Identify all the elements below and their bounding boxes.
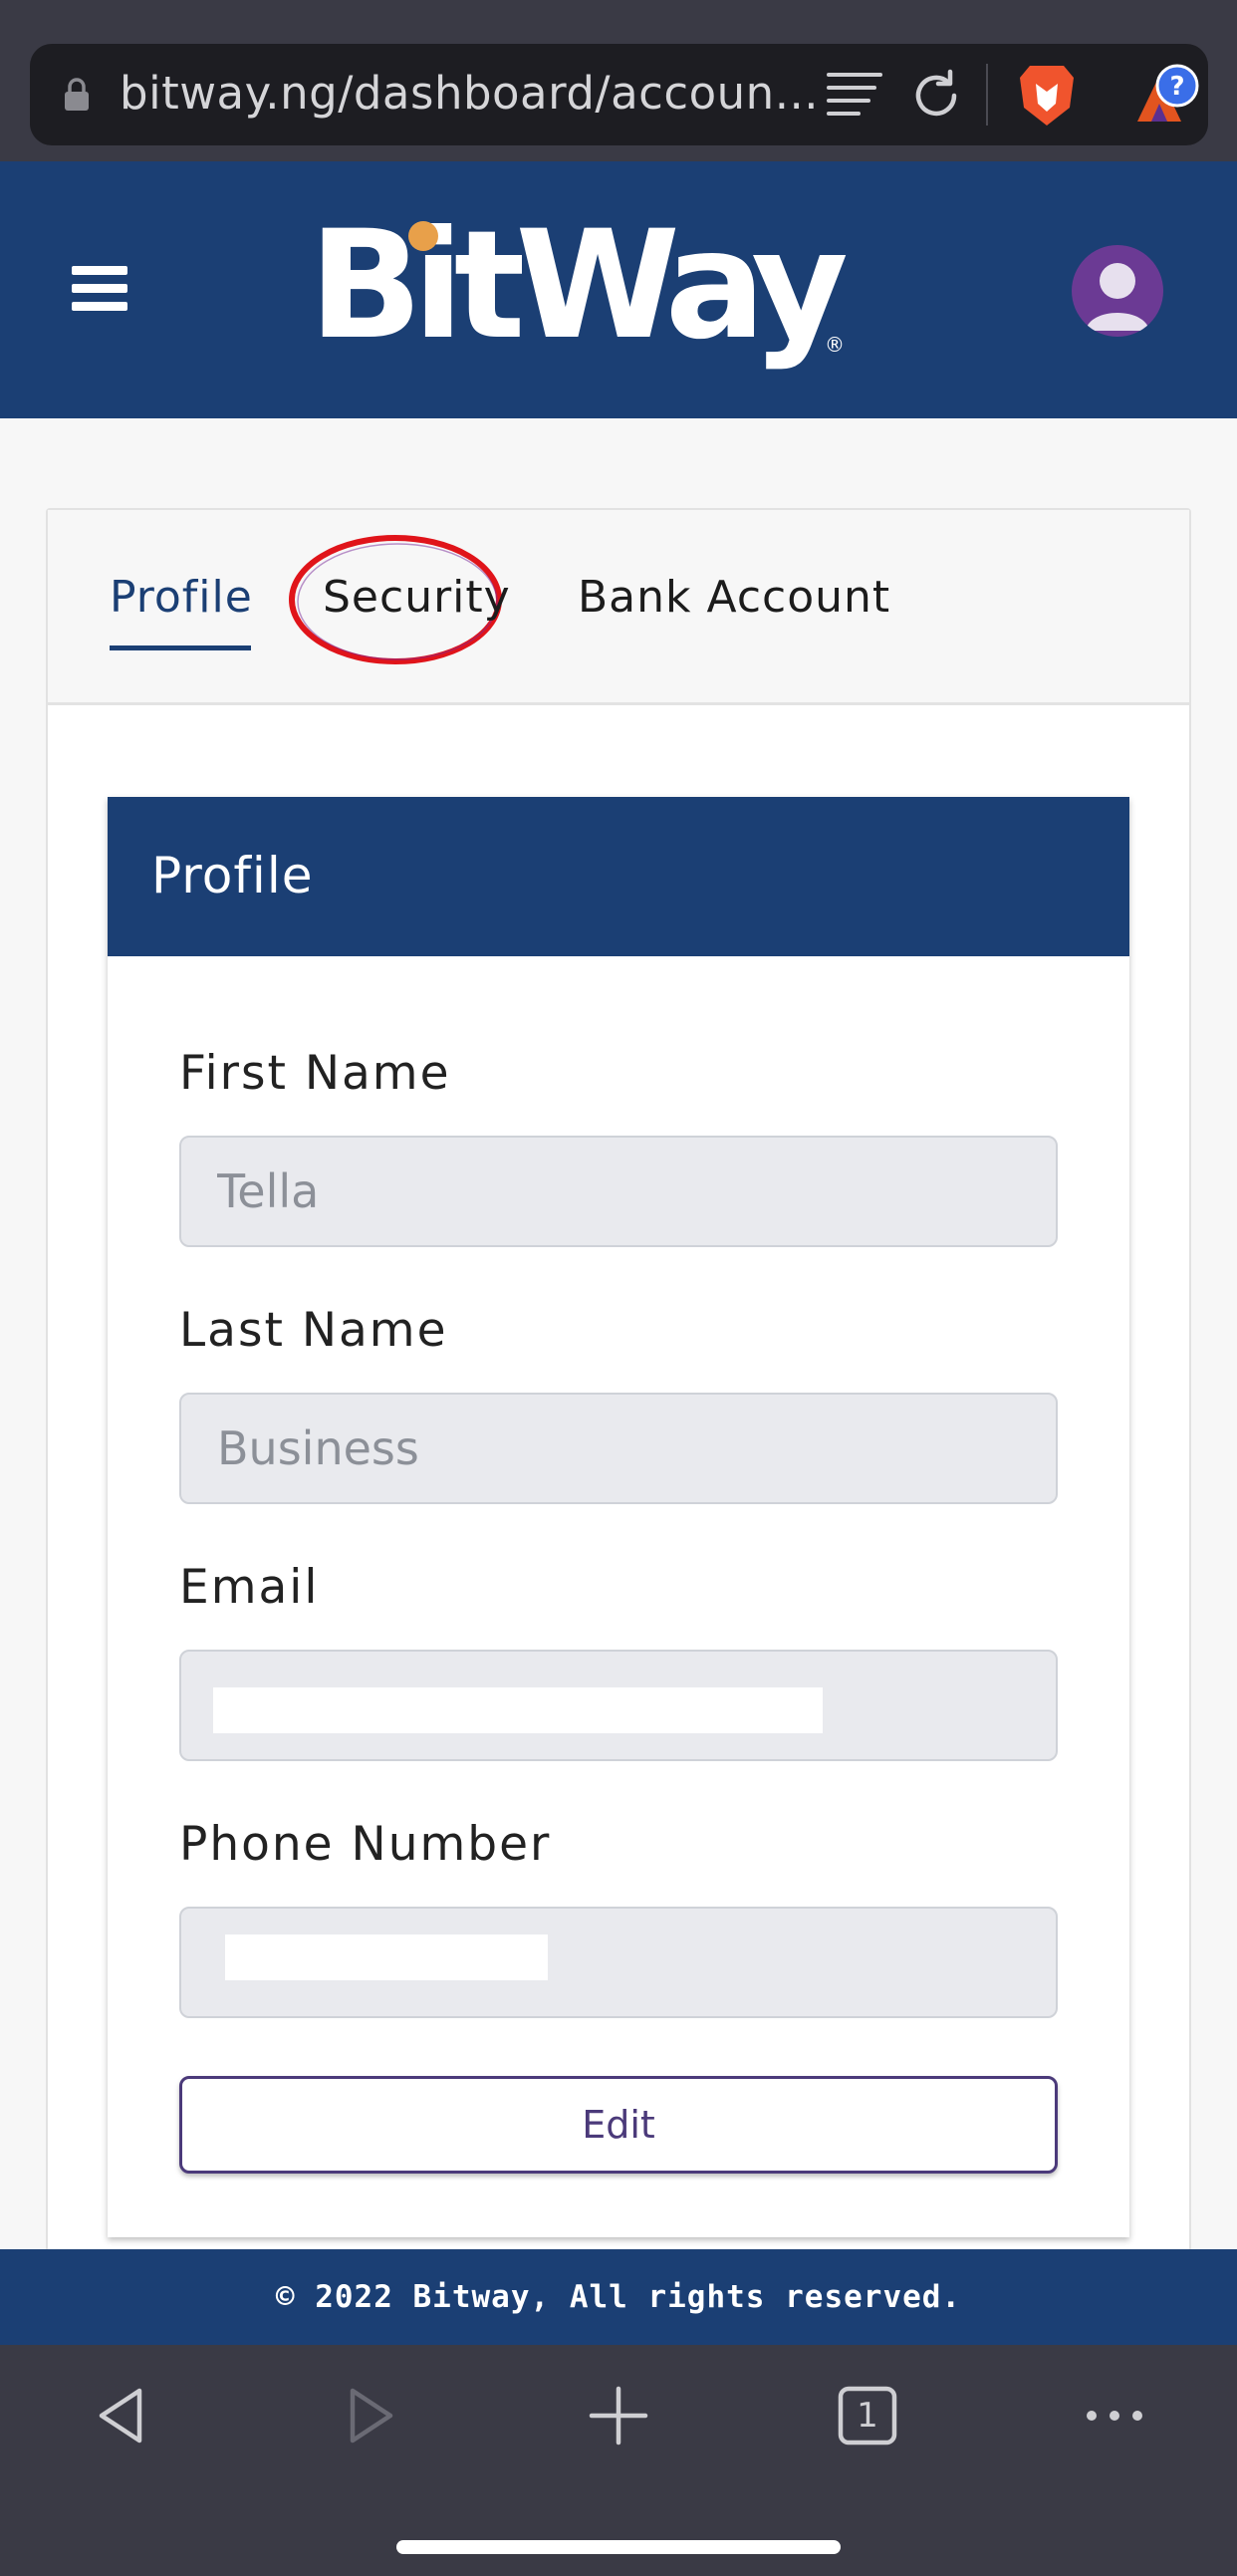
brave-lion-icon[interactable] — [1016, 62, 1078, 128]
registered-mark: ® — [824, 333, 845, 357]
tab-security[interactable]: Security — [323, 558, 511, 638]
tabs: Profile Security Bank Account — [48, 510, 1189, 705]
browser-toolbar: bitway.ng/dashboard/accoun... ? — [0, 0, 1237, 161]
profile-panel: Profile First Name Last Name Email Phone… — [108, 797, 1129, 2237]
avatar[interactable] — [1072, 245, 1163, 337]
home-indicator — [396, 2540, 841, 2554]
back-icon[interactable] — [88, 2381, 157, 2450]
more-icon[interactable] — [1080, 2381, 1149, 2450]
menu-icon[interactable] — [72, 266, 127, 312]
active-tab-indicator — [110, 645, 251, 650]
phone-number-label: Phone Number — [179, 1817, 552, 1872]
panel-header: Profile — [108, 797, 1129, 956]
tab-count: 1 — [857, 2396, 878, 2436]
last-name-field[interactable] — [179, 1393, 1058, 1504]
user-icon — [1086, 263, 1149, 331]
redaction — [225, 1934, 548, 1980]
browser-bottom-bar: 1 — [0, 2345, 1237, 2576]
panel-title: Profile — [151, 847, 314, 904]
first-name-label: First Name — [179, 1046, 451, 1101]
url-text[interactable]: bitway.ng/dashboard/accoun... — [120, 64, 819, 124]
logo: BitWay ® — [309, 211, 849, 361]
tab-profile[interactable]: Profile — [110, 558, 253, 638]
tabs-icon[interactable]: 1 — [833, 2381, 902, 2450]
svg-text:?: ? — [1169, 72, 1184, 102]
address-bar[interactable]: bitway.ng/dashboard/accoun... ? — [30, 44, 1208, 145]
lock-icon — [65, 78, 89, 111]
edit-button[interactable]: Edit — [179, 2076, 1058, 2174]
email-label: Email — [179, 1560, 320, 1615]
first-name-field[interactable] — [179, 1136, 1058, 1247]
account-card: Profile Security Bank Account Profile Fi… — [46, 508, 1191, 2261]
reader-icon[interactable] — [825, 69, 884, 121]
tab-bank-account[interactable]: Bank Account — [578, 558, 890, 638]
new-tab-icon[interactable] — [584, 2381, 653, 2450]
reload-icon[interactable] — [906, 66, 966, 126]
copyright-text: © 2022 Bitway, All rights reserved. — [275, 2279, 962, 2315]
logo-text: BitWay — [309, 199, 849, 373]
last-name-label: Last Name — [179, 1303, 448, 1358]
redaction — [213, 1687, 823, 1733]
divider — [986, 64, 988, 126]
footer: © 2022 Bitway, All rights reserved. — [0, 2249, 1237, 2345]
bat-rewards-icon[interactable]: ? — [1115, 62, 1201, 128]
app-header: BitWay ® — [0, 161, 1237, 418]
forward-icon[interactable] — [335, 2381, 404, 2450]
logo-dot — [408, 221, 438, 251]
